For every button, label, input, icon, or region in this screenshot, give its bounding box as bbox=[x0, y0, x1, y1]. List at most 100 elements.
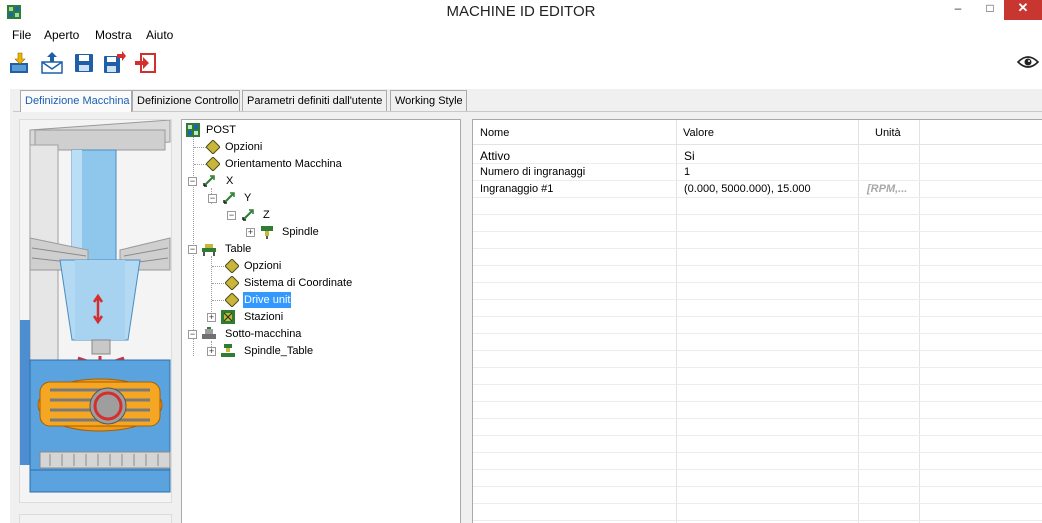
tree-node-table-opzioni[interactable]: Opzioni bbox=[225, 258, 425, 275]
row-divider bbox=[473, 197, 1042, 198]
tree-node-label: Spindle_Table bbox=[244, 345, 314, 357]
tree-line bbox=[212, 266, 226, 267]
diamond-icon bbox=[225, 293, 239, 307]
tree-line bbox=[212, 300, 226, 301]
stations-icon bbox=[221, 310, 235, 324]
row-divider bbox=[473, 214, 1042, 215]
menu-aperto[interactable]: Aperto bbox=[44, 28, 79, 42]
row-divider bbox=[473, 367, 1042, 368]
row-divider bbox=[473, 486, 1042, 487]
tree-node-y[interactable]: − Y bbox=[208, 190, 408, 207]
row-divider bbox=[473, 265, 1042, 266]
row-divider bbox=[473, 180, 1042, 181]
machine-illustration bbox=[20, 119, 171, 502]
save-icon[interactable] bbox=[72, 51, 96, 75]
grid-header: Nome Valore Unità bbox=[473, 120, 1042, 145]
expand-toggle[interactable]: + bbox=[207, 313, 216, 322]
collapse-toggle[interactable]: − bbox=[188, 245, 197, 254]
row-ingranaggio-unit[interactable]: [RPM,... bbox=[867, 183, 907, 195]
menu-mostra[interactable]: Mostra bbox=[95, 28, 132, 42]
header-unita[interactable]: Unità bbox=[875, 127, 901, 139]
row-divider bbox=[473, 384, 1042, 385]
header-valore[interactable]: Valore bbox=[683, 127, 714, 139]
row-ingranaggio-name: Ingranaggio #1 bbox=[480, 183, 554, 195]
row-divider bbox=[473, 469, 1042, 470]
row-ingranaggio-value[interactable]: (0.000, 5000.000), 15.000 bbox=[684, 183, 811, 195]
toolbar bbox=[0, 46, 1042, 80]
row-divider bbox=[473, 333, 1042, 334]
row-divider bbox=[473, 316, 1042, 317]
tree-node-label: Sistema di Coordinate bbox=[244, 277, 353, 289]
spindle-table-icon bbox=[221, 344, 235, 357]
tree-node-post[interactable]: POST bbox=[186, 122, 386, 139]
tree-node-x[interactable]: − X bbox=[188, 173, 388, 190]
row-divider bbox=[473, 401, 1042, 402]
maximize-button[interactable]: □ bbox=[976, 0, 1004, 20]
import-icon[interactable] bbox=[8, 51, 32, 75]
tree-node-label: X bbox=[226, 175, 234, 187]
image-panel-footer bbox=[19, 514, 172, 523]
table-icon bbox=[202, 244, 216, 256]
axis-icon bbox=[203, 175, 215, 187]
tree-node-label-selected: Drive unit bbox=[243, 292, 292, 308]
tree-node-spindle-table[interactable]: + Spindle_Table bbox=[207, 343, 407, 360]
tree-node-z[interactable]: − Z bbox=[227, 207, 427, 224]
tree-node-stazioni[interactable]: + Stazioni bbox=[207, 309, 407, 326]
submachine-icon bbox=[202, 327, 216, 339]
row-divider bbox=[473, 163, 1042, 164]
collapse-toggle[interactable]: − bbox=[188, 177, 197, 186]
menu-file[interactable]: File bbox=[12, 28, 31, 42]
tree-node-orientamento[interactable]: Orientamento Macchina bbox=[206, 156, 446, 173]
tree-node-label: Orientamento Macchina bbox=[225, 158, 342, 170]
diamond-icon bbox=[206, 157, 220, 171]
tree-node-opzioni[interactable]: Opzioni bbox=[206, 139, 406, 156]
row-numero-ingranaggi-value[interactable]: 1 bbox=[684, 166, 690, 178]
tab-working-style[interactable]: Working Style bbox=[390, 90, 467, 111]
row-divider bbox=[473, 503, 1042, 504]
tree-line bbox=[212, 283, 226, 284]
tab-parametri-utente[interactable]: Parametri definiti dall'utente bbox=[242, 90, 387, 111]
row-divider bbox=[473, 350, 1042, 351]
row-attivo-value[interactable]: Si bbox=[684, 149, 695, 163]
tree-node-label: Table bbox=[225, 243, 252, 255]
row-attivo-name: Attivo bbox=[480, 149, 511, 163]
tree-node-drive-unit[interactable]: Drive unit bbox=[225, 292, 425, 309]
export-icon[interactable] bbox=[40, 51, 64, 75]
tree-node-label: Stazioni bbox=[244, 311, 284, 323]
tree-node-table[interactable]: − Table bbox=[188, 241, 388, 258]
tree-node-sistema-coordinate[interactable]: Sistema di Coordinate bbox=[225, 275, 445, 292]
row-divider bbox=[473, 452, 1042, 453]
expand-toggle[interactable]: + bbox=[246, 228, 255, 237]
collapse-toggle[interactable]: − bbox=[208, 194, 217, 203]
axis-icon bbox=[242, 209, 254, 221]
row-divider bbox=[473, 520, 1042, 521]
row-divider bbox=[473, 231, 1042, 232]
tab-definizione-macchina[interactable]: Definizione Macchina bbox=[20, 90, 132, 112]
collapse-toggle[interactable]: − bbox=[227, 211, 236, 220]
menu-aiuto[interactable]: Aiuto bbox=[146, 28, 173, 42]
close-button[interactable]: ✕ bbox=[1004, 0, 1042, 20]
menu-bar: File Aperto Mostra Aiuto bbox=[0, 26, 1042, 44]
spindle-icon bbox=[261, 226, 273, 239]
row-divider bbox=[473, 248, 1042, 249]
row-divider bbox=[473, 282, 1042, 283]
property-grid[interactable]: Nome Valore Unità Attivo Si Numero di in… bbox=[472, 119, 1042, 523]
minimize-button[interactable]: – bbox=[944, 0, 972, 20]
tree-node-spindle[interactable]: + Spindle bbox=[246, 224, 446, 241]
exit-icon[interactable] bbox=[133, 51, 157, 75]
title-bar: MACHINE ID EDITOR – □ ✕ bbox=[0, 0, 1042, 24]
tree-node-label: Sotto-macchina bbox=[225, 328, 302, 340]
tree-node-sotto-macchina[interactable]: − Sotto-macchina bbox=[188, 326, 388, 343]
tab-definizione-controllo[interactable]: Definizione Controllo bbox=[132, 90, 240, 111]
expand-toggle[interactable]: + bbox=[207, 347, 216, 356]
header-nome[interactable]: Nome bbox=[480, 127, 509, 139]
machine-tree[interactable]: POST Opzioni Orientamento Macchina − X −… bbox=[181, 119, 461, 523]
save-as-icon[interactable] bbox=[102, 51, 126, 75]
collapse-toggle[interactable]: − bbox=[188, 330, 197, 339]
diamond-icon bbox=[225, 276, 239, 290]
diamond-icon bbox=[225, 259, 239, 273]
tree-node-label: Opzioni bbox=[244, 260, 282, 272]
row-divider bbox=[473, 435, 1042, 436]
eye-icon[interactable] bbox=[1017, 54, 1039, 70]
row-divider bbox=[473, 418, 1042, 419]
